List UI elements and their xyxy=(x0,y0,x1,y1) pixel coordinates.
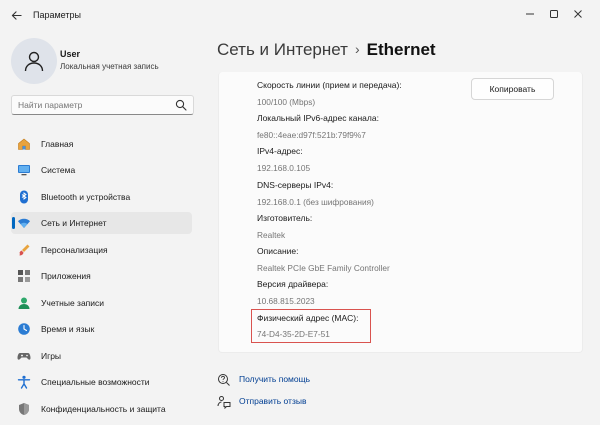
sidebar-item-label: Главная xyxy=(41,139,74,149)
profile-name: User xyxy=(60,49,81,59)
sidebar-item-label: Сеть и Интернет xyxy=(41,218,107,228)
sidebar-item-label: Специальные возможности xyxy=(41,377,150,387)
property-value: 192.168.0.105 xyxy=(257,163,311,173)
property-value: fe80::4eae:d97f:521b:79f9%7 xyxy=(257,130,366,140)
window-title: Параметры xyxy=(33,10,81,20)
sidebar-item-label: Конфиденциальность и защита xyxy=(41,404,166,414)
user-account-icon xyxy=(18,297,30,309)
property-label: IPv4-адрес: xyxy=(257,146,303,156)
mac-highlight-box xyxy=(251,309,371,343)
breadcrumb: Сеть и Интернет › Ethernet xyxy=(217,40,436,60)
sidebar-item-accounts[interactable]: Учетные записи xyxy=(11,292,192,314)
property-value: 10.68.815.2023 xyxy=(257,296,315,306)
sidebar-item-label: Приложения xyxy=(41,271,91,281)
active-indicator xyxy=(12,217,15,229)
property-label: Скорость линии (прием и передача): xyxy=(257,80,402,90)
sidebar-item-label: Время и язык xyxy=(41,324,95,334)
account-type: Локальная учетная запись xyxy=(60,62,159,71)
title-bar: Параметры xyxy=(0,0,600,30)
shield-icon xyxy=(19,403,29,415)
settings-window: Параметры User Локальная учетная запись … xyxy=(0,0,600,425)
property-label: Локальный IPv6-адрес канала: xyxy=(257,113,379,123)
sidebar-item-time-language[interactable]: Время и язык xyxy=(11,318,192,340)
bluetooth-icon xyxy=(20,190,28,204)
property-value: Realtek PCIe GbE Family Controller xyxy=(257,263,390,273)
sidebar-item-privacy[interactable]: Конфиденциальность и защита xyxy=(11,398,192,420)
sidebar-item-bluetooth[interactable]: Bluetooth и устройства xyxy=(11,186,192,208)
minimize-icon xyxy=(526,13,534,15)
sidebar-item-label: Персонализация xyxy=(41,245,108,255)
search-box[interactable] xyxy=(11,95,194,115)
accessibility-icon xyxy=(17,375,31,389)
sidebar-item-apps[interactable]: Приложения xyxy=(11,265,192,287)
sidebar-item-home[interactable]: Главная xyxy=(11,133,192,155)
help-link-label: Получить помощь xyxy=(239,374,311,384)
close-icon xyxy=(574,10,582,18)
search-icon[interactable] xyxy=(175,99,187,111)
gamepad-icon xyxy=(17,353,31,360)
sidebar-item-system[interactable]: Система xyxy=(11,159,192,181)
sidebar-item-label: Учетные записи xyxy=(41,298,105,308)
property-label: Версия драйвера: xyxy=(257,279,329,289)
sidebar-item-label: Игры xyxy=(41,351,62,361)
avatar[interactable] xyxy=(11,38,57,84)
arrow-left-icon xyxy=(11,10,22,20)
globe-clock-icon xyxy=(18,323,30,335)
help-icon xyxy=(218,374,230,386)
property-label: Описание: xyxy=(257,246,299,256)
wifi-icon xyxy=(18,218,30,228)
sidebar-item-label: Bluetooth и устройства xyxy=(41,192,131,202)
home-icon xyxy=(18,138,30,150)
property-label: DNS-серверы IPv4: xyxy=(257,180,334,190)
monitor-icon xyxy=(18,165,30,176)
copy-button[interactable]: Копировать xyxy=(471,78,554,100)
chevron-right-icon: › xyxy=(354,41,360,57)
breadcrumb-parent[interactable]: Сеть и Интернет xyxy=(217,40,348,59)
sidebar-item-accessibility[interactable]: Специальные возможности xyxy=(11,371,192,393)
back-button[interactable] xyxy=(8,7,24,23)
sidebar-item-personalization[interactable]: Персонализация xyxy=(11,239,192,261)
close-button[interactable] xyxy=(568,5,588,23)
property-value: Realtek xyxy=(257,230,286,240)
feedback-link-label: Отправить отзыв xyxy=(239,396,307,406)
property-value: 192.168.0.1 (без шифрования) xyxy=(257,197,374,207)
maximize-button[interactable] xyxy=(544,5,564,23)
maximize-icon xyxy=(550,10,558,18)
search-input[interactable] xyxy=(18,97,168,112)
apps-grid-icon xyxy=(18,270,30,282)
sidebar-item-label: Система xyxy=(41,165,76,175)
property-value: 100/100 (Mbps) xyxy=(257,97,316,107)
page-title: Ethernet xyxy=(366,40,436,59)
minimize-button[interactable] xyxy=(520,5,540,23)
paintbrush-icon xyxy=(19,244,30,256)
feedback-icon xyxy=(217,396,231,409)
property-label: Изготовитель: xyxy=(257,213,313,223)
sidebar-item-network[interactable]: Сеть и Интернет xyxy=(11,212,192,234)
sidebar-item-gaming[interactable]: Игры xyxy=(11,345,192,367)
user-icon xyxy=(24,51,44,72)
